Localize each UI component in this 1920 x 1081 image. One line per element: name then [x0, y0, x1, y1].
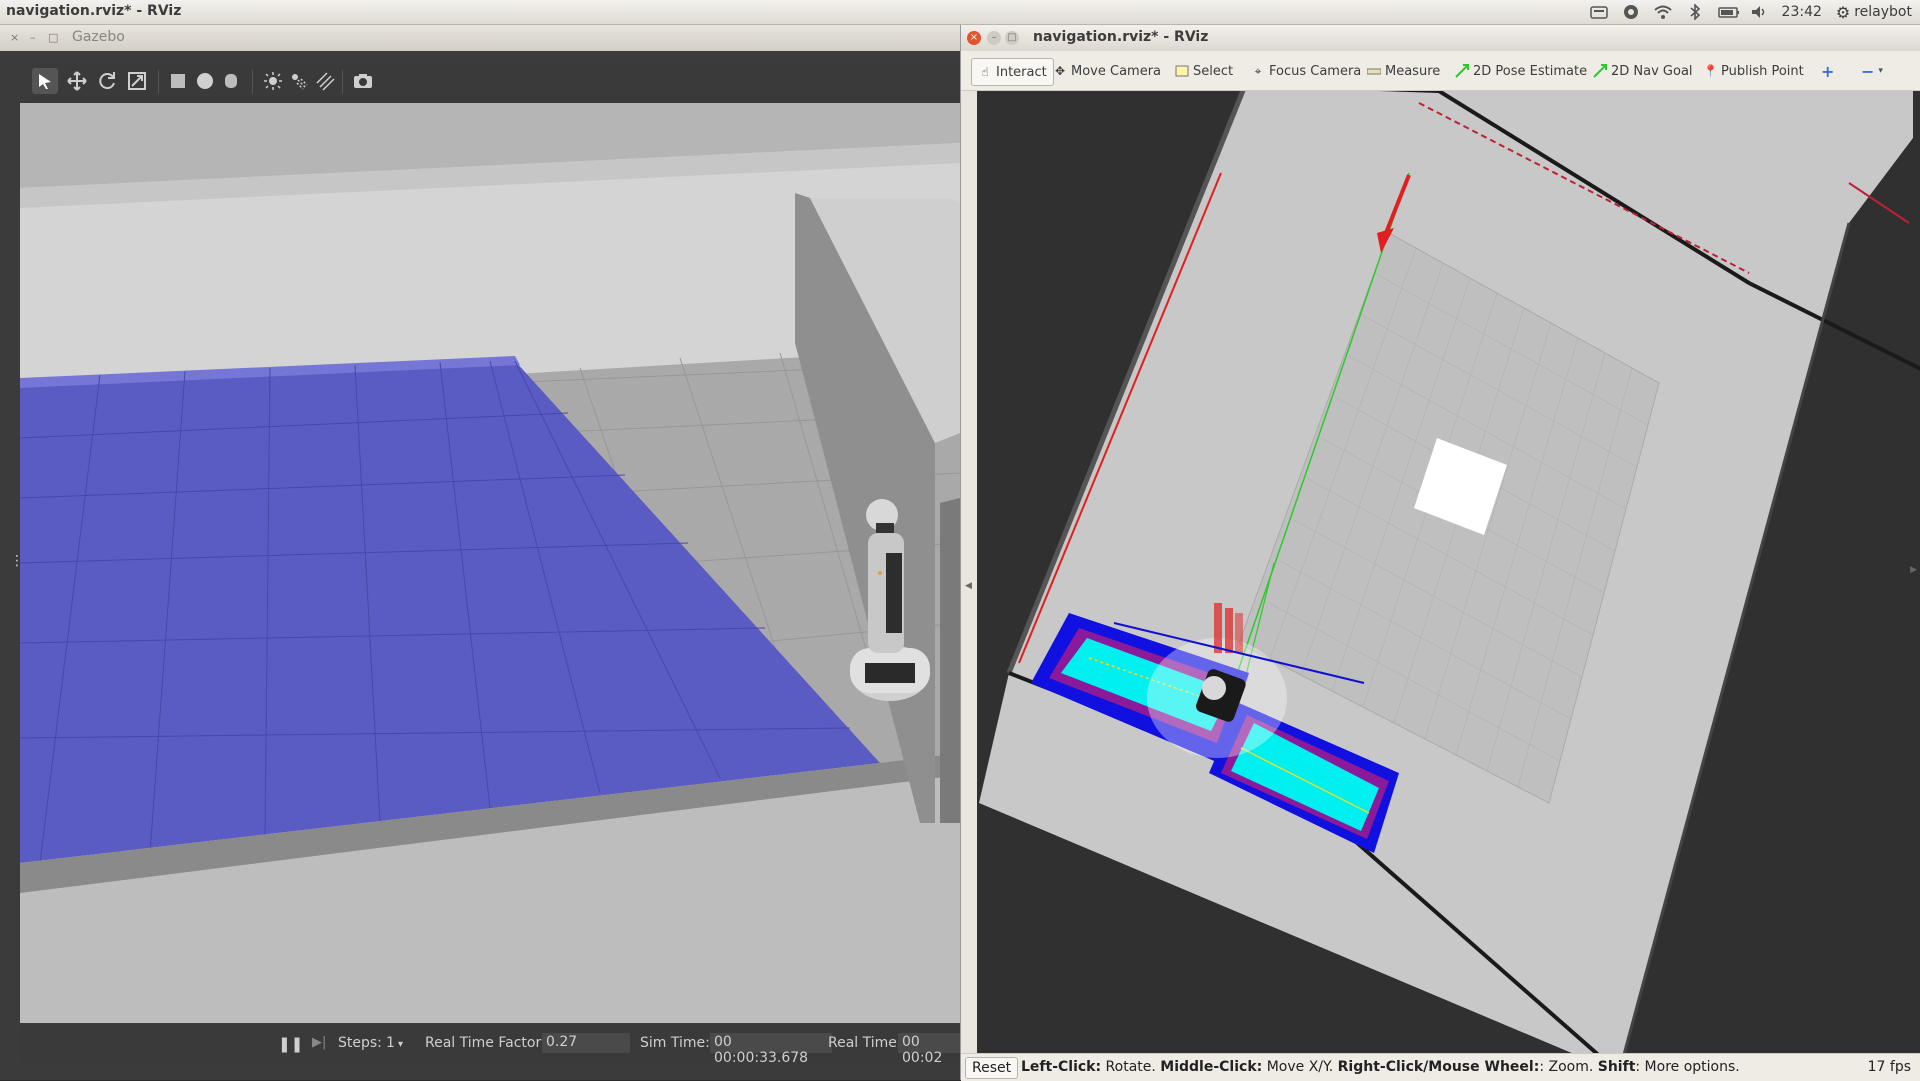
tool-label: Move Camera [1071, 63, 1162, 79]
rviz-3d-view[interactable] [977, 91, 1920, 1075]
cylinder-shape-icon[interactable] [218, 68, 244, 94]
scale-icon[interactable] [124, 68, 150, 94]
tool-move-camera[interactable]: ✥ Move Camera [1053, 58, 1161, 84]
tool-focus-camera[interactable]: ⌖ Focus Camera [1251, 58, 1362, 84]
system-top-bar: navigation.rviz* - RViz 23:42 ⚙ relaybot [0, 0, 1920, 25]
box-shape-icon[interactable] [165, 68, 191, 94]
spot-light-icon[interactable] [286, 68, 312, 94]
focus-camera-icon: ⌖ [1254, 64, 1262, 78]
help-right-key: Right-Click/Mouse Wheel: [1337, 1059, 1540, 1075]
rviz-close-button[interactable]: × [967, 31, 981, 45]
wifi-icon[interactable] [1653, 4, 1672, 20]
ruler-icon [1366, 64, 1382, 78]
help-text: Left-Click: Rotate. Middle-Click: Move X… [1021, 1059, 1740, 1075]
tool-interact[interactable]: ☝ Interact [971, 58, 1054, 86]
hand-pointer-icon: ☝ [981, 65, 989, 79]
step-button[interactable]: ▶| [312, 1035, 326, 1050]
gazebo-3d-scene[interactable] [20, 103, 960, 1023]
tool-select[interactable]: Select [1175, 58, 1233, 84]
collapse-left-icon[interactable]: ◀ [965, 581, 972, 591]
help-left: Rotate. [1101, 1059, 1161, 1075]
bluetooth-icon[interactable] [1686, 3, 1704, 21]
translate-icon[interactable] [64, 68, 90, 94]
gazebo-maximize-button[interactable]: □ [48, 31, 58, 44]
volume-icon[interactable] [1750, 4, 1768, 20]
move-camera-icon: ✥ [1054, 64, 1066, 78]
tool-label: Focus Camera [1269, 63, 1362, 79]
real-time-factor-label: Real Time Factor: [425, 1035, 546, 1051]
steps-dropdown-icon[interactable]: ▾ [398, 1039, 403, 1050]
tool-2d-nav-goal[interactable]: 2D Nav Goal [1593, 58, 1693, 84]
settings-gear-icon: ⚙ [1835, 2, 1851, 22]
rviz-minimize-button[interactable]: – [987, 31, 1001, 45]
reset-button[interactable]: Reset [965, 1057, 1019, 1079]
pose-estimate-arrow-icon [1455, 64, 1469, 78]
rviz-maximize-button[interactable]: □ [1005, 31, 1019, 45]
collapse-right-icon[interactable]: ▶ [1910, 565, 1917, 575]
tool-label: 2D Nav Goal [1611, 63, 1693, 79]
rviz-status-bar: Reset Left-Click: Rotate. Middle-Click: … [961, 1053, 1920, 1081]
clock[interactable]: 23:42 [1782, 4, 1822, 20]
rviz-toolbar: ☝ Interact ✥ Move Camera Select ⌖ Focus … [961, 52, 1920, 91]
pause-button[interactable]: ❚❚ [278, 1035, 303, 1053]
user-name: relaybot [1854, 4, 1912, 20]
sim-time-value: 00 00:00:33.678 [710, 1033, 832, 1066]
gazebo-close-button[interactable]: × [10, 31, 19, 44]
rviz-title: navigation.rviz* - RViz [1033, 29, 1209, 45]
tool-label: Select [1193, 63, 1234, 79]
rotate-icon[interactable] [94, 68, 120, 94]
help-right: : Zoom. [1539, 1059, 1598, 1075]
help-shift-key: Shift [1597, 1059, 1636, 1075]
nav-goal-arrow-icon [1593, 64, 1607, 78]
tool-measure[interactable]: Measure [1366, 58, 1441, 84]
directional-light-icon[interactable] [312, 68, 338, 94]
active-window-title: navigation.rviz* - RViz [6, 3, 182, 19]
real-time-label: Real Time: [828, 1035, 902, 1051]
screenshot-camera-icon[interactable] [350, 68, 376, 94]
chrome-icon[interactable] [1622, 4, 1640, 20]
gazebo-window: × – □ Gazebo ⋮ ❚❚ ▶| Steps: 1 ▾ Real Tim… [0, 25, 960, 1080]
sim-time-label: Sim Time: [640, 1035, 710, 1051]
tool-label: 2D Pose Estimate [1473, 63, 1588, 79]
real-time-value: 00 00:02 [898, 1033, 960, 1066]
remove-tool-minus-icon[interactable]: − ▾ [1861, 58, 1883, 84]
steps-label: Steps: [338, 1035, 382, 1051]
fps-counter: 17 fps [1867, 1059, 1911, 1075]
tool-label: Publish Point [1721, 63, 1804, 79]
tool-label: Interact [996, 64, 1047, 80]
select-box-icon [1175, 64, 1189, 78]
system-tray: 23:42 ⚙ relaybot [1589, 0, 1912, 24]
gazebo-minimize-button[interactable]: – [30, 31, 36, 44]
rviz-window: × – □ navigation.rviz* - RViz ☝ Interact… [960, 25, 1920, 1081]
gazebo-title: Gazebo [72, 29, 125, 45]
gazebo-toolbar [30, 62, 960, 102]
help-shift: : More options. [1635, 1059, 1740, 1075]
rviz-title-bar: × – □ navigation.rviz* - RViz [961, 25, 1920, 51]
tool-publish-point[interactable]: 📍 Publish Point [1703, 58, 1804, 84]
help-left-key: Left-Click: [1021, 1059, 1102, 1075]
gazebo-status-bar: ❚❚ ▶| Steps: 1 ▾ Real Time Factor: 0.27 … [20, 1025, 960, 1066]
tool-2d-pose-estimate[interactable]: 2D Pose Estimate [1455, 58, 1587, 84]
tool-label: Measure [1385, 63, 1441, 79]
sphere-shape-icon[interactable] [192, 68, 218, 94]
help-middle-key: Middle-Click: [1160, 1059, 1263, 1075]
point-light-icon[interactable] [260, 68, 286, 94]
gazebo-title-bar: × – □ Gazebo [0, 25, 960, 51]
battery-icon[interactable] [1717, 4, 1739, 20]
steps-value[interactable]: 1 [386, 1035, 395, 1051]
add-tool-plus-icon[interactable]: + [1821, 58, 1834, 84]
map-pin-icon: 📍 [1703, 64, 1718, 78]
rviz-left-dock-edge[interactable]: ◀ [961, 91, 978, 1075]
keyboard-icon[interactable] [1589, 4, 1608, 20]
real-time-factor-value: 0.27 [542, 1033, 630, 1053]
help-middle: Move X/Y. [1262, 1059, 1338, 1075]
select-arrow-icon[interactable] [32, 68, 58, 94]
user-menu[interactable]: ⚙ relaybot [1836, 3, 1912, 22]
